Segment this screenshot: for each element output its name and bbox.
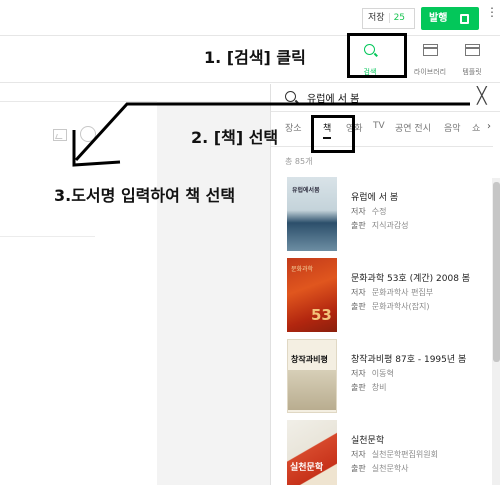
search-icon [285,91,296,102]
publish-button[interactable]: 발행 [421,7,479,30]
result-title: 유럽에 서 봄 [351,193,399,203]
library-tool-label: 라이브러리 [413,68,447,76]
category-tabs: 장소 책 영화 TV 공연 전시 음악 쇼 › [271,121,500,141]
cover-title: 창작과비평 [291,355,328,364]
close-icon[interactable]: ╳ [477,87,493,105]
result-publisher: 출판 창비 [351,383,387,392]
tab-music[interactable]: 음악 [444,121,461,134]
annotation-step1: 1. [검색] 클릭 [204,48,306,67]
cover-title: 실천문학 [290,463,324,473]
publish-label: 발행 [429,13,448,24]
result-item[interactable]: 창작과비평 창작과비평 87호 - 1995년 봄 저자 이동혁 출판 창비 [271,339,492,421]
tab-performance[interactable]: 공연 전시 [395,121,431,134]
book-cover: 창작과비평 [287,339,337,413]
book-cover: 실천문학 [287,420,337,485]
result-author: 저자 문화과학사 편집부 [351,288,434,297]
search-bar: 유럽에 서 봄 ╳ [271,84,500,112]
result-title: 실천문학 [351,436,385,446]
scrollbar-thumb[interactable] [493,182,500,362]
result-item[interactable]: 실천문학 실천문학 저자 실천문학편집위원회 출판 실천문학사 [271,420,492,485]
template-tool-button[interactable]: 템플릿 [452,37,492,83]
result-title: 문화과학 53호 (계간) 2008 봄 [351,274,471,284]
tabs-next-icon[interactable]: › [487,121,491,132]
book-cover: 문화과학 53 [287,258,337,332]
search-panel: 유럽에 서 봄 ╳ 장소 책 영화 TV 공연 전시 음악 쇼 › 총 85개 … [270,84,500,485]
save-button[interactable]: 저장 25 [362,8,415,29]
tab-show[interactable]: 쇼 [472,121,480,134]
results-scrollbar[interactable] [492,178,500,485]
result-title: 창작과비평 87호 - 1995년 봄 [351,355,467,365]
image-icon[interactable] [53,129,67,141]
cover-title: 유럽에서봄 [292,187,320,194]
annotation-step3: 3.도서명 입력하여 책 선택 [54,186,236,205]
cover-title: 문화과학 [291,266,314,273]
book-cover: 유럽에서봄 [287,177,337,251]
editor-top-bar: 저장 25 발행 ⋮ [0,0,500,36]
document-icon [460,14,469,24]
result-publisher: 출판 문화과학사(잡지) [351,302,430,311]
library-tool-button[interactable]: 라이브러리 [410,37,450,83]
library-icon [422,44,438,56]
save-count: 25 [388,13,406,23]
result-author: 저자 실천문학편집위원회 [351,450,438,459]
annotation-box-book-tab [311,115,355,153]
cloud-icon[interactable] [80,126,96,142]
editor-divider-short [0,236,95,237]
result-publisher: 출판 지식과감성 [351,221,409,230]
search-input[interactable]: 유럽에 서 봄 [307,90,359,105]
result-publisher: 출판 실천문학사 [351,464,409,473]
save-label: 저장 [368,13,385,23]
tabs-divider [271,146,493,147]
result-item[interactable]: 유럽에서봄 유럽에 서 봄 저자 수정 출판 지식과감성 [271,177,492,259]
more-menu-icon[interactable]: ⋮ [486,6,498,18]
cover-number: 53 [311,306,332,324]
editor-side-area [157,101,270,485]
tab-tv[interactable]: TV [373,121,385,131]
template-tool-label: 템플릿 [462,68,482,76]
result-count: 총 85개 [285,157,313,166]
annotation-step2: 2. [책] 선택 [191,128,279,147]
result-author: 저자 이동혁 [351,369,394,378]
tab-place[interactable]: 장소 [285,121,302,134]
result-item[interactable]: 문화과학 53 문화과학 53호 (계간) 2008 봄 저자 문화과학사 편집부 … [271,258,492,340]
annotation-box-search [347,33,407,78]
result-author: 저자 수정 [351,207,387,216]
template-icon [464,44,480,56]
